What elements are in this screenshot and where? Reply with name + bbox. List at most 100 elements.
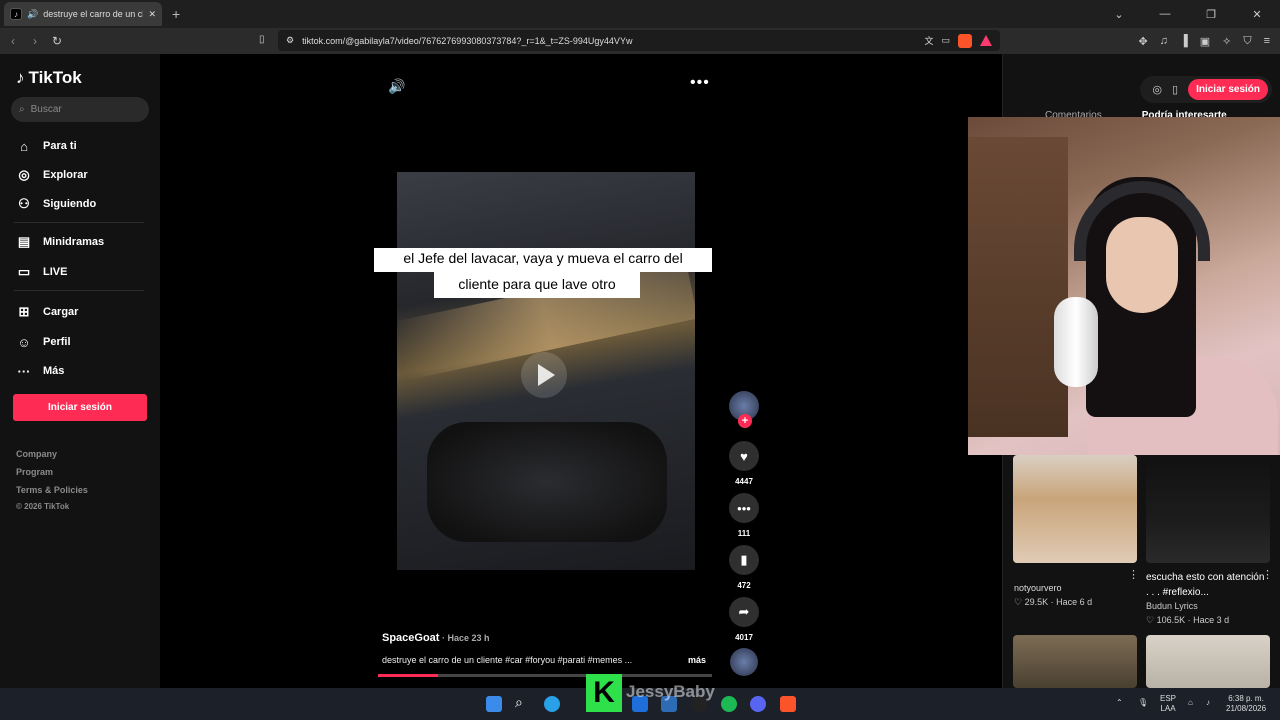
profile-icon: ☺: [17, 334, 31, 350]
card-author[interactable]: Budun Lyrics: [1146, 601, 1198, 611]
volume-tray-icon[interactable]: ♪: [1206, 698, 1210, 708]
sidebar-item-mas[interactable]: ··· Más: [16, 363, 65, 379]
leo-ai-icon[interactable]: ✧: [1222, 35, 1231, 48]
share-action[interactable]: ➦ 4017: [728, 597, 760, 642]
webcam-shelf: [968, 137, 1068, 437]
site-settings-icon[interactable]: ⚙: [286, 35, 294, 46]
upload-icon: ⊞: [18, 304, 30, 319]
vpn-icon[interactable]: ⛉: [1243, 35, 1251, 48]
home-icon: ⌂: [20, 138, 28, 154]
more-icon: ···: [17, 363, 31, 379]
save-count: 472: [737, 581, 751, 590]
more-link[interactable]: más: [688, 655, 706, 665]
progress-fill: [378, 674, 438, 677]
back-icon[interactable]: ‹: [2, 34, 24, 48]
sidebar-item-cargar[interactable]: ⊞ Cargar: [16, 304, 79, 320]
forward-icon[interactable]: ›: [24, 34, 46, 48]
follow-plus-icon[interactable]: +: [738, 414, 752, 428]
close-tab-icon[interactable]: ✕: [148, 9, 156, 20]
video-caption-line-1: el Jefe del lavacar, vaya y mueva el car…: [374, 248, 712, 272]
minimize-icon[interactable]: —: [1142, 8, 1188, 20]
save-action[interactable]: ▮ 472: [728, 545, 760, 590]
brave-rewards-icon[interactable]: [980, 35, 992, 46]
footer-link-company[interactable]: Company: [16, 449, 57, 459]
media-icon[interactable]: ♫: [1160, 35, 1168, 47]
sidebar-item-minidramas[interactable]: ▤ Minidramas: [16, 234, 104, 250]
search-taskbar-icon[interactable]: ⌕: [515, 694, 531, 710]
sidebar-item-live[interactable]: ▭ LIVE: [16, 264, 68, 280]
following-icon: ⚇: [18, 196, 30, 211]
sidebar-icon[interactable]: ▐: [1180, 35, 1188, 47]
tab-title: destruye el carro de un cliente: [43, 9, 143, 19]
music-disc-avatar[interactable]: [730, 648, 758, 676]
network-icon[interactable]: ⌂: [1188, 698, 1193, 708]
stream-logo: K: [586, 674, 622, 712]
post-time: · Hace 23 h: [439, 633, 490, 643]
brave-shield-icon[interactable]: [958, 33, 972, 48]
browser-tab-bar: ♪ 🔊 destruye el carro de un cliente ✕ + …: [0, 0, 1280, 28]
card-title[interactable]: escucha esto con atención . . . #reflexi…: [1146, 570, 1266, 600]
tiktok-favicon-icon: ♪: [10, 8, 22, 20]
volume-icon[interactable]: 🔊: [388, 78, 405, 95]
browser-tab[interactable]: ♪ 🔊 destruye el carro de un cliente ✕: [4, 2, 162, 26]
sidebar-item-perfil[interactable]: ☺ Perfil: [16, 334, 70, 350]
film-icon: ▤: [17, 234, 31, 249]
device-icon[interactable]: ▯: [1172, 83, 1178, 96]
translate-icon[interactable]: 文: [924, 34, 933, 47]
footer-link-program[interactable]: Program: [16, 467, 53, 477]
brave-taskbar-icon[interactable]: [780, 696, 796, 712]
login-button[interactable]: Iniciar sesión: [13, 394, 147, 421]
compass-icon: ◎: [18, 167, 30, 182]
footer-link-terms[interactable]: Terms & Policies: [16, 485, 88, 495]
spotify-icon[interactable]: [721, 696, 737, 712]
sidebar-item-siguiendo[interactable]: ⚇ Siguiendo: [16, 196, 96, 212]
recommended-thumbnail-2[interactable]: [1146, 455, 1270, 563]
video-player[interactable]: [397, 172, 695, 570]
sidebar-item-explorar[interactable]: ◎ Explorar: [16, 167, 87, 183]
comment-icon[interactable]: •••: [729, 493, 759, 523]
search-input[interactable]: ⌕ Buscar: [11, 97, 149, 122]
address-bar[interactable]: ⚙ tiktok.com/@gabilayla7/video/767627699…: [278, 30, 1000, 51]
login-button-top[interactable]: Iniciar sesión: [1188, 79, 1268, 100]
tab-list-icon[interactable]: ⌄: [1096, 8, 1142, 21]
heart-icon[interactable]: ♥: [729, 441, 759, 471]
play-button[interactable]: [521, 352, 567, 398]
sidebar-item-para-ti[interactable]: ⌂ Para ti: [16, 138, 77, 154]
card-menu-icon[interactable]: ⋮: [1128, 568, 1139, 581]
recommended-thumbnail-4[interactable]: [1146, 635, 1270, 688]
extensions-icon[interactable]: ✥: [1138, 35, 1147, 48]
tiktok-sidebar: ♪ TikTok ⌕ Buscar ⌂ Para ti ◎ Explorar ⚇…: [0, 54, 160, 688]
clock[interactable]: 6:38 p. m. 21/08/2026: [1226, 694, 1266, 714]
browser-nav-bar: ‹ › ↻ ▯ ⚙ tiktok.com/@gabilayla7/video/7…: [0, 28, 1280, 54]
new-tab-button[interactable]: +: [172, 6, 180, 22]
coin-icon[interactable]: ◎: [1152, 83, 1162, 96]
webcam-overlay: [968, 117, 1280, 455]
comment-action[interactable]: ••• 111: [728, 493, 760, 538]
bookmark-icon[interactable]: ▯: [259, 34, 265, 45]
language-indicator[interactable]: ESP LAA: [1160, 694, 1176, 714]
video-author[interactable]: SpaceGoat · Hace 23 h: [382, 632, 490, 644]
tiktok-logo[interactable]: ♪ TikTok: [16, 68, 82, 88]
restore-icon[interactable]: ❐: [1188, 8, 1234, 21]
close-window-icon[interactable]: ✕: [1234, 8, 1280, 21]
share-icon[interactable]: ➦: [729, 597, 759, 627]
cast-icon[interactable]: ▭: [941, 35, 950, 46]
microphone-icon[interactable]: 🎙: [1138, 698, 1148, 708]
wallet-icon[interactable]: ▣: [1200, 35, 1210, 48]
like-action[interactable]: ♥ 4447: [728, 441, 760, 486]
recommended-thumbnail-1[interactable]: [1013, 455, 1137, 563]
start-icon[interactable]: [486, 696, 502, 712]
share-count: 4017: [735, 633, 753, 642]
reload-icon[interactable]: ↻: [46, 34, 68, 48]
recommended-thumbnail-3[interactable]: [1013, 635, 1137, 688]
discord-icon[interactable]: [750, 696, 766, 712]
more-options-icon[interactable]: •••: [690, 74, 710, 92]
edge-icon[interactable]: [544, 696, 560, 712]
bookmark-icon[interactable]: ▮: [729, 545, 759, 575]
toolbar-icons: ✥ ♫ ▐ ▣ ✧ ⛉ ≡: [1138, 28, 1270, 54]
menu-icon[interactable]: ≡: [1264, 35, 1270, 47]
card-author[interactable]: notyourvero: [1014, 583, 1062, 593]
tray-chevron-icon[interactable]: ⌃: [1116, 698, 1123, 708]
video-progress-bar[interactable]: [378, 674, 712, 677]
video-caption-line-2: cliente para que lave otro: [434, 272, 640, 298]
